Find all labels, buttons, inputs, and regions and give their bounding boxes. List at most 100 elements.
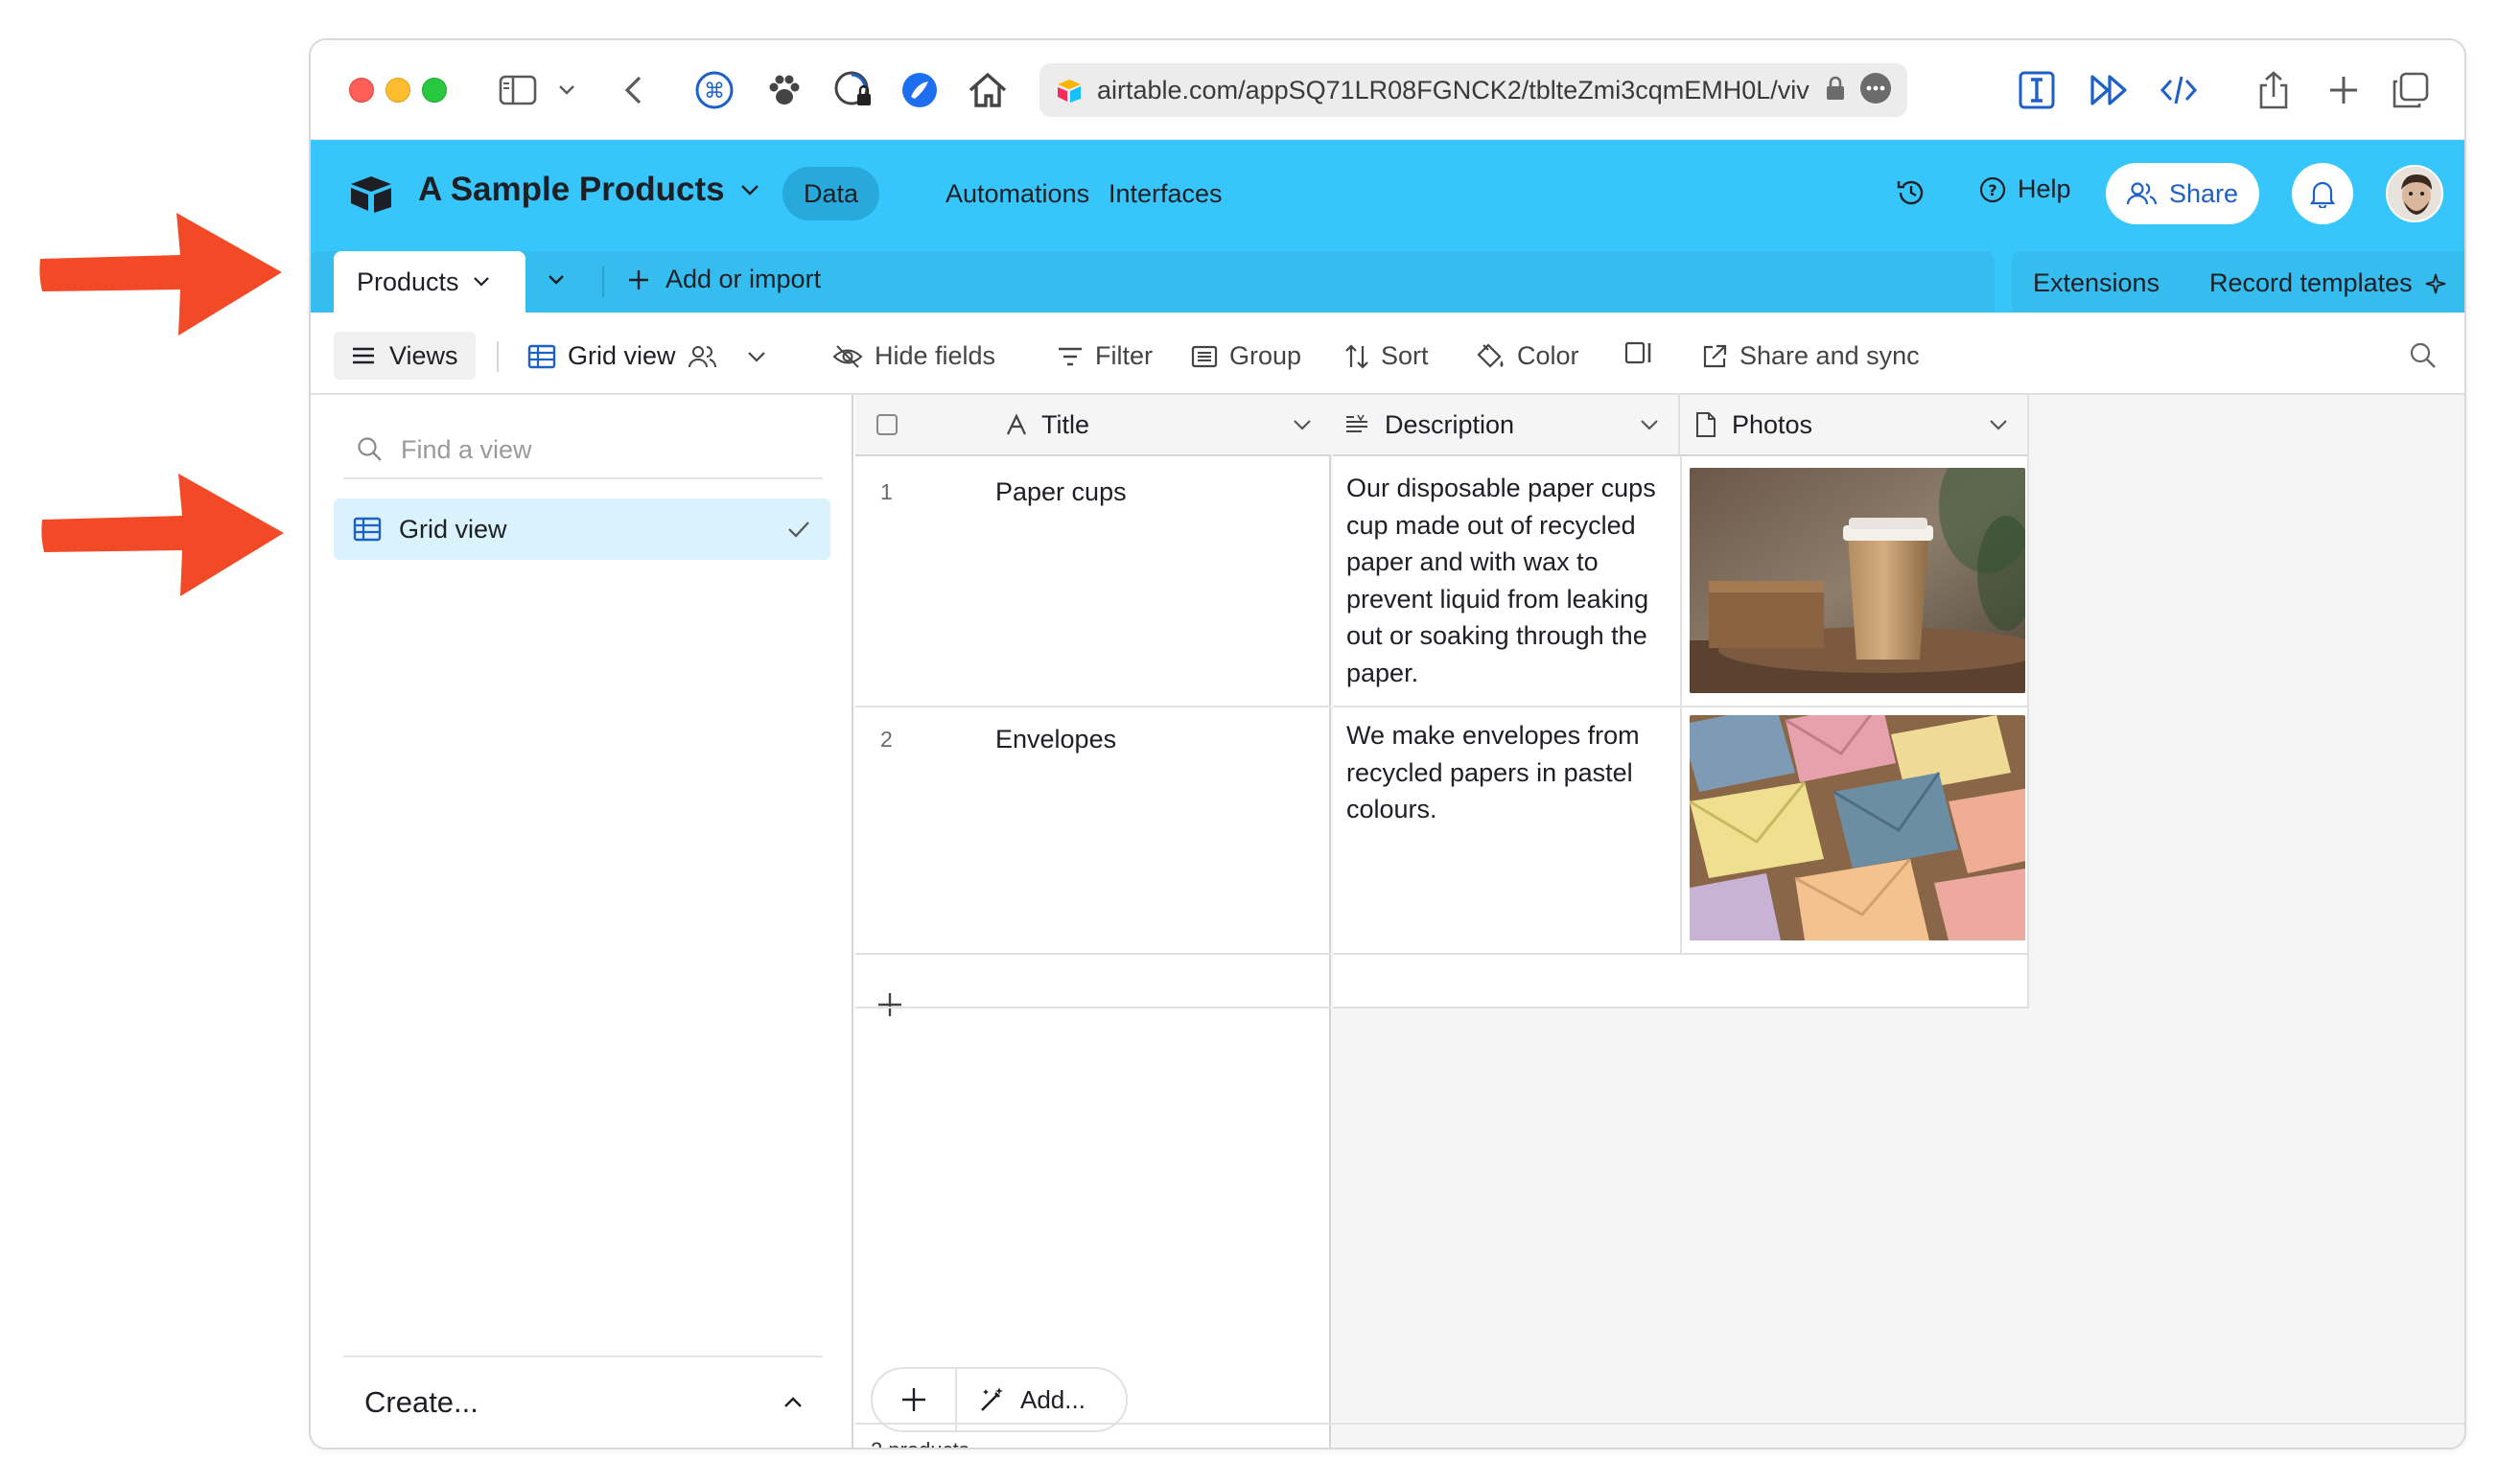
add-record-button[interactable]	[873, 1369, 957, 1430]
chevron-down-icon	[473, 277, 489, 287]
record-templates-button[interactable]: Record templates	[2209, 268, 2447, 298]
minimize-window-button[interactable]	[385, 78, 410, 103]
extension-command-icon[interactable]: ⌘	[694, 65, 735, 115]
extensions-label: Extensions	[2033, 268, 2160, 297]
grid: Title 1 Paper cups 2 Envelopes Add... De…	[855, 395, 2464, 1448]
extension-paw-icon[interactable]	[765, 65, 804, 115]
current-view-button[interactable]: Grid view	[527, 341, 766, 371]
help-button[interactable]: ? Help	[1979, 174, 2071, 204]
new-tab-icon[interactable]	[2328, 65, 2359, 115]
chevron-down-icon[interactable]	[1293, 418, 1312, 431]
row-height-icon[interactable]	[1624, 341, 1653, 364]
share-and-sync-button[interactable]: Share and sync	[1701, 341, 1920, 371]
share-label: Share	[2168, 178, 2239, 208]
base-name-button[interactable]: A Sample Products	[418, 171, 759, 209]
tab-overview-icon[interactable]	[2392, 65, 2430, 115]
extension-home-icon[interactable]	[967, 65, 1009, 115]
row-divider	[1333, 706, 2027, 707]
base-header: A Sample Products Data Automations Inter…	[311, 140, 2464, 247]
search-icon[interactable]	[2409, 341, 2438, 370]
extension-lock-icon[interactable]	[832, 65, 875, 115]
base-name-text: A Sample Products	[418, 171, 725, 208]
close-window-button[interactable]	[349, 78, 374, 103]
footer-divider	[855, 1423, 2464, 1425]
row-number: 1	[880, 479, 893, 504]
sidebar-item-grid-view[interactable]: Grid view	[334, 499, 830, 560]
extension-cursor-icon[interactable]	[2018, 65, 2056, 115]
extensions-button[interactable]: Extensions	[2033, 268, 2159, 298]
view-toolbar: Views Grid view Hide fields Filter Group…	[311, 313, 2464, 395]
find-view-input[interactable]: Find a view	[343, 422, 823, 479]
group-label: Group	[1229, 341, 1302, 370]
share-button[interactable]: Share	[2106, 163, 2259, 224]
airtable-logo-icon[interactable]	[349, 174, 393, 218]
plus-icon	[629, 269, 648, 290]
table-tab-products[interactable]: Products	[334, 251, 525, 313]
table-tab-label: Products	[357, 267, 459, 296]
title-cell[interactable]: Paper cups	[995, 477, 1127, 507]
column-divider	[1680, 456, 1682, 953]
grid-frozen-pane: Title 1 Paper cups 2 Envelopes Add...	[855, 395, 1331, 1448]
views-toggle-button[interactable]: Views	[334, 332, 476, 380]
magic-wand-icon	[981, 1387, 1003, 1411]
create-view-section[interactable]: Create...	[343, 1356, 823, 1448]
sort-icon	[1345, 343, 1368, 369]
group-button[interactable]: Group	[1191, 341, 1301, 371]
chevron-down-icon	[747, 351, 765, 362]
group-icon	[1191, 345, 1218, 367]
avatar[interactable]	[2386, 165, 2443, 222]
add-or-import-label: Add or import	[665, 265, 822, 293]
sidebar-toggle-icon[interactable]	[499, 65, 537, 115]
find-view-placeholder: Find a view	[401, 434, 532, 464]
grid-scroll-pane: Description Photos Our disposable paper …	[1333, 395, 2029, 1009]
all-tables-chevron-icon[interactable]	[547, 268, 566, 296]
extension-globe-icon[interactable]	[899, 65, 940, 115]
more-icon[interactable]	[1859, 72, 1892, 109]
row-divider	[855, 953, 1331, 955]
row-divider	[855, 1007, 1331, 1009]
column-header-photos[interactable]: Photos	[1680, 395, 2027, 456]
color-label: Color	[1517, 341, 1579, 370]
plus-icon	[902, 1388, 925, 1411]
annotation-arrow-tabs	[39, 213, 283, 336]
extension-code-icon[interactable]	[2159, 65, 2198, 115]
chevron-down-icon[interactable]	[1989, 418, 2008, 431]
column-label: Photos	[1732, 409, 1813, 439]
grid-view-icon	[527, 344, 556, 368]
menu-icon	[353, 347, 374, 364]
description-cell[interactable]: We make envelopes from recycled papers i…	[1346, 717, 1672, 828]
select-all-checkbox[interactable]	[876, 414, 898, 435]
column-header-title[interactable]: Title	[855, 395, 1331, 456]
extension-fastforward-icon[interactable]	[2089, 65, 2131, 115]
add-or-import-button[interactable]: Add or import	[627, 265, 821, 294]
column-header-description[interactable]: Description	[1333, 395, 1680, 456]
hide-fields-button[interactable]: Hide fields	[832, 341, 995, 371]
chevron-down-icon[interactable]	[558, 65, 575, 115]
tab-interfaces[interactable]: Interfaces	[1087, 167, 1244, 220]
tables-bar: Products Add or import Extensions Record…	[311, 247, 2464, 313]
chevron-down-icon	[740, 185, 759, 196]
title-cell[interactable]: Envelopes	[995, 725, 1116, 754]
add-with-ai-button[interactable]: Add...	[957, 1385, 1086, 1415]
address-bar[interactable]: airtable.com/appSQ71LR08FGNCK2/tblteZmi3…	[1039, 63, 1907, 117]
column-label: Description	[1385, 409, 1515, 439]
sparkle-icon	[2425, 273, 2445, 293]
sort-button[interactable]: Sort	[1344, 341, 1429, 371]
envelopes-photo[interactable]	[1690, 715, 2025, 940]
share-page-icon[interactable]	[2257, 65, 2290, 115]
divider	[602, 267, 604, 297]
help-label: Help	[2018, 174, 2071, 203]
checkmark-icon	[788, 522, 809, 538]
tab-automations[interactable]: Automations	[924, 167, 1110, 220]
back-icon[interactable]	[623, 65, 642, 115]
filter-button[interactable]: Filter	[1057, 341, 1153, 371]
tab-data[interactable]: Data	[782, 167, 880, 220]
chevron-down-icon[interactable]	[1640, 418, 1659, 431]
description-cell[interactable]: Our disposable paper cups cup made out o…	[1346, 470, 1672, 691]
grid-view-icon	[353, 517, 382, 542]
notifications-bell-icon[interactable]	[2292, 163, 2353, 224]
color-button[interactable]: Color	[1475, 341, 1579, 371]
history-icon[interactable]	[1895, 176, 1927, 209]
paper-cup-photo[interactable]	[1690, 468, 2025, 693]
zoom-window-button[interactable]	[422, 78, 447, 103]
